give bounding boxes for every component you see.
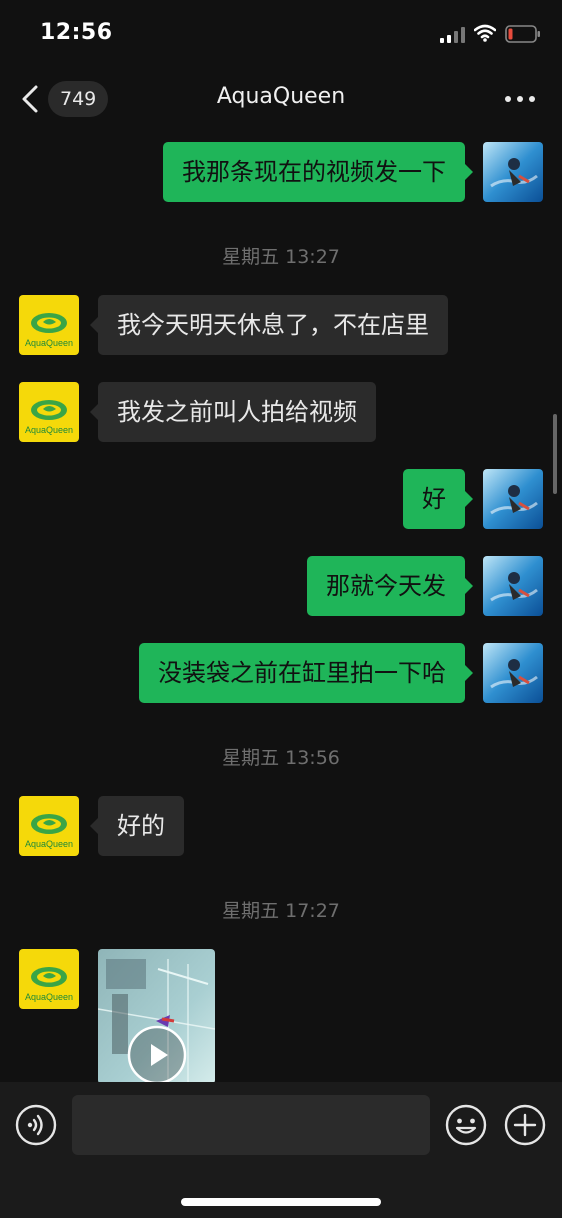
wifi-icon <box>474 24 496 42</box>
battery-icon <box>505 25 540 43</box>
cellular-signal-icon <box>440 27 465 43</box>
contact-avatar[interactable]: AquaQueen <box>19 295 79 355</box>
plus-icon[interactable] <box>504 1104 546 1146</box>
timestamp: 星期五 13:27 <box>222 246 340 268</box>
status-time: 12:56 <box>40 20 113 45</box>
incoming-message-bubble[interactable]: 我发之前叫人拍给视频 <box>90 382 376 442</box>
scrollbar[interactable] <box>553 414 557 494</box>
timestamp: 星期五 13:56 <box>222 747 340 769</box>
my-avatar[interactable] <box>483 142 543 202</box>
chat-title: AquaQueen <box>216 84 346 109</box>
message-row: 没装袋之前在缸里拍一下哈 <box>0 643 562 705</box>
outgoing-message-bubble[interactable]: 好 <box>403 469 473 529</box>
outgoing-message-bubble[interactable]: 没装袋之前在缸里拍一下哈 <box>139 643 473 703</box>
message-input[interactable] <box>72 1095 430 1155</box>
video-message-thumbnail[interactable] <box>98 949 215 1082</box>
my-avatar[interactable] <box>483 643 543 703</box>
outgoing-message-bubble[interactable]: 我那条现在的视频发一下 <box>163 142 473 202</box>
svg-text:AquaQueen: AquaQueen <box>25 425 73 435</box>
contact-avatar[interactable]: AquaQueen <box>19 382 79 442</box>
svg-text:AquaQueen: AquaQueen <box>25 992 73 1002</box>
message-row: 好 <box>0 469 562 531</box>
input-bar <box>0 1082 562 1218</box>
home-indicator[interactable] <box>181 1198 381 1206</box>
chat-header: 749 AquaQueen <box>0 66 562 132</box>
voice-icon[interactable] <box>15 1104 57 1146</box>
my-avatar[interactable] <box>483 469 543 529</box>
svg-text:AquaQueen: AquaQueen <box>25 338 73 348</box>
message-row: AquaQueen <box>0 949 562 1082</box>
timestamp: 星期五 17:27 <box>222 900 340 922</box>
my-avatar[interactable] <box>483 556 543 616</box>
message-list[interactable]: 我那条现在的视频发一下 星期五 13:27 AquaQueen 我今天明天休息了… <box>0 132 562 1082</box>
contact-avatar[interactable]: AquaQueen <box>19 796 79 856</box>
status-bar: 12:56 <box>0 0 562 66</box>
message-row: AquaQueen 我发之前叫人拍给视频 <box>0 382 562 444</box>
contact-avatar[interactable]: AquaQueen <box>19 949 79 1009</box>
incoming-message-bubble[interactable]: 好的 <box>90 796 184 856</box>
incoming-message-bubble[interactable]: 我今天明天休息了，不在店里 <box>90 295 448 355</box>
message-row: AquaQueen 我今天明天休息了，不在店里 <box>0 295 562 357</box>
message-row: AquaQueen 好的 <box>0 796 562 858</box>
emoji-icon[interactable] <box>445 1104 487 1146</box>
message-row: 我那条现在的视频发一下 <box>0 142 562 204</box>
play-icon[interactable] <box>127 1025 187 1082</box>
outgoing-message-bubble[interactable]: 那就今天发 <box>307 556 473 616</box>
more-dots-icon[interactable] <box>504 94 536 104</box>
message-row: 那就今天发 <box>0 556 562 618</box>
svg-text:AquaQueen: AquaQueen <box>25 839 73 849</box>
